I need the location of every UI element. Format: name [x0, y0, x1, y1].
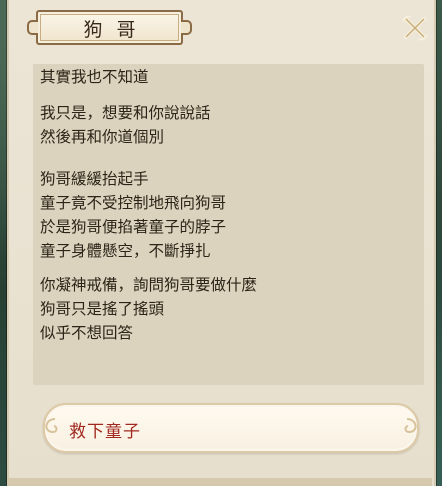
choice-rescue-label: 救下童子	[69, 422, 141, 442]
cloud-ornament-icon	[45, 418, 58, 434]
narration-line: 你凝神戒備，詢問狗哥要做什麼	[40, 276, 258, 294]
narration-line: 童子身體懸空，不斷掙扎	[40, 242, 211, 260]
panel-bottom-edge	[7, 478, 432, 486]
close-button[interactable]	[400, 13, 430, 43]
narration-line: 狗哥緩緩抬起手	[40, 170, 149, 188]
choice-rescue-button[interactable]: 救下童子	[43, 403, 419, 453]
narration-line: 童子竟不受控制地飛向狗哥	[40, 194, 227, 212]
cloud-ornament-icon	[404, 418, 417, 434]
dialog-panel: 狗哥 其實我也不知道 我只是，想要和你說說話 然後再和你道個別 狗哥緩緩抬起手 …	[7, 0, 436, 486]
narration-line: 似乎不想回答	[40, 324, 134, 342]
narration-line: 然後再和你道個別	[40, 128, 165, 146]
narration-line: 我只是，想要和你說說話	[40, 104, 211, 122]
close-x-icon	[402, 15, 428, 41]
title-plaque: 狗哥	[27, 10, 192, 45]
narration-line: 其實我也不知道	[40, 68, 149, 86]
narration-line: 狗哥只是搖了搖頭	[40, 300, 165, 318]
narration-line: 於是狗哥便掐著童子的脖子	[40, 218, 227, 236]
dialog-title: 狗哥	[83, 19, 150, 41]
